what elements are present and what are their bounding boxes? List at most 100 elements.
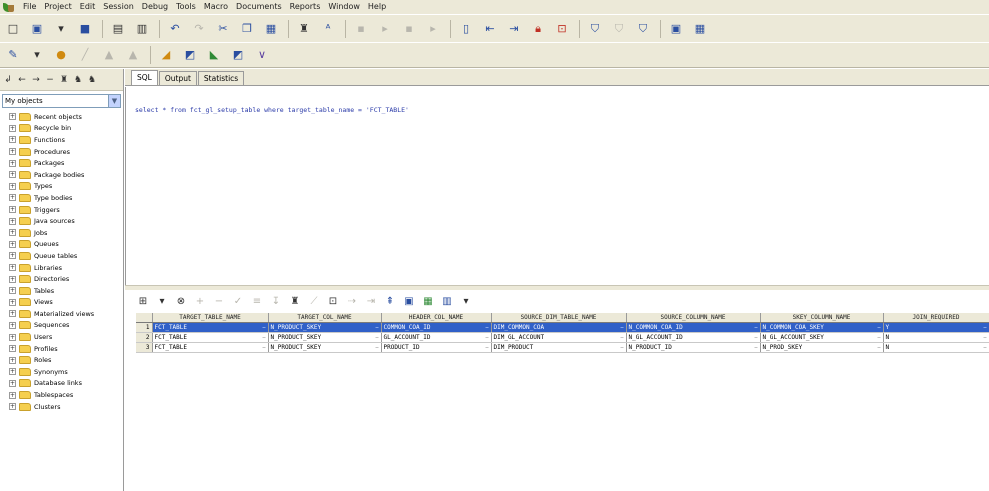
tree-item[interactable]: + Procedures [2, 146, 123, 158]
unindent-icon[interactable]: ⇥ [505, 20, 523, 38]
dropdown-arrow-icon[interactable]: ▾ [459, 293, 473, 311]
tree-item[interactable]: + Jobs [2, 227, 123, 239]
dropdown-arrow-icon[interactable]: ▾ [52, 20, 70, 38]
cell-edit-icon[interactable]: … [754, 343, 757, 352]
column-header-source-dim-table-name[interactable]: SOURCE_DIM_TABLE_NAME [491, 313, 627, 323]
table-cell[interactable]: N_PROD_SKEY… [760, 342, 884, 353]
table-icon[interactable]: ◣ [205, 46, 223, 64]
cell-edit-icon[interactable]: … [485, 333, 488, 342]
cell-edit-icon[interactable]: … [983, 333, 986, 342]
expand-icon[interactable]: + [9, 252, 16, 260]
forward-icon[interactable]: ← [16, 74, 28, 86]
print-grid-icon[interactable]: ▥ [440, 293, 454, 311]
delete-record-icon[interactable]: − [212, 293, 226, 311]
expand-icon[interactable]: + [9, 321, 16, 329]
find-object-icon[interactable]: ♜ [58, 74, 70, 86]
expand-icon[interactable]: + [9, 194, 16, 202]
menu-macro[interactable]: Macro [200, 0, 232, 14]
tree-item[interactable]: + Recycle bin [2, 123, 123, 135]
tree-item[interactable]: + Types [2, 181, 123, 193]
column-header-skey-column-name[interactable]: SKEY_COLUMN_NAME [760, 313, 884, 323]
indent-icon[interactable]: ⇤ [481, 20, 499, 38]
tree-item[interactable]: + Users [2, 331, 123, 343]
table-cell[interactable]: PRODUCT_ID… [381, 342, 492, 353]
sql-editor[interactable]: select * from fct_gl_setup_table where t… [125, 87, 989, 285]
cell-edit-icon[interactable]: … [262, 323, 265, 332]
tree-item[interactable]: + Queue tables [2, 250, 123, 262]
commit-icon[interactable]: ⛉ [586, 20, 604, 38]
add-record-icon[interactable]: + [193, 293, 207, 311]
sql-query-text[interactable]: select * from fct_gl_setup_table where t… [135, 106, 989, 114]
post-record-icon[interactable]: ✓ [231, 293, 245, 311]
table-cell[interactable]: FCT_TABLE… [152, 332, 269, 343]
expand-icon[interactable]: + [9, 298, 16, 306]
column-header-join-required[interactable]: JOIN_REQUIRED [883, 313, 989, 323]
cell-edit-icon[interactable]: … [262, 343, 265, 352]
expand-icon[interactable]: + [9, 171, 16, 179]
pane-splitter[interactable] [125, 285, 989, 290]
commit-dim-icon[interactable]: ▲ [100, 46, 118, 64]
rollback-icon[interactable]: ⛉ [610, 20, 628, 38]
expand-icon[interactable]: + [9, 391, 16, 399]
dropdown-arrow-icon[interactable]: ▾ [28, 46, 46, 64]
explain-icon[interactable]: ⛉ [634, 20, 652, 38]
tree-item[interactable]: + Triggers [2, 204, 123, 216]
table-cell[interactable]: DIM_GL_ACCOUNT… [491, 332, 627, 343]
tab-sql[interactable]: SQL [131, 70, 158, 85]
table-cell[interactable]: N_GL_ACCOUNT_ID… [626, 332, 761, 343]
copy-grid-icon[interactable]: ⊡ [326, 293, 340, 311]
tab-output[interactable]: Output [158, 71, 197, 85]
table-cell[interactable]: N… [883, 332, 989, 343]
tree-item[interactable]: + Profiles [2, 343, 123, 355]
print-icon[interactable]: ▤ [109, 20, 127, 38]
unlock-icon[interactable]: ⊡ [553, 20, 571, 38]
expand-icon[interactable]: + [9, 310, 16, 318]
filter-object-icon[interactable]: ♞ [72, 74, 84, 86]
cell-edit-icon[interactable]: … [262, 333, 265, 342]
table-cell[interactable]: N_PRODUCT_SKEY… [268, 322, 382, 333]
menu-help[interactable]: Help [364, 0, 390, 14]
dropdown-arrow-icon[interactable]: ▾ [155, 293, 169, 311]
expand-icon[interactable]: + [9, 264, 16, 272]
find-icon[interactable]: ♜ [295, 20, 313, 38]
tree-item[interactable]: + Type bodies [2, 192, 123, 204]
tree-item[interactable]: + Functions [2, 134, 123, 146]
expand-icon[interactable]: + [9, 240, 16, 248]
tree-item[interactable]: + Views [2, 297, 123, 309]
find-in-grid-icon[interactable]: ♜ [288, 293, 302, 311]
prev-record-icon[interactable]: ↧ [269, 293, 283, 311]
undo-icon[interactable]: ↶ [166, 20, 184, 38]
grid-icon[interactable]: ▦ [691, 20, 709, 38]
table-cell[interactable]: DIM_PRODUCT… [491, 342, 627, 353]
save-grid-icon[interactable]: ▣ [402, 293, 416, 311]
tree-item[interactable]: + Clusters [2, 401, 123, 413]
menu-project[interactable]: Project [40, 0, 75, 14]
cell-edit-icon[interactable]: … [877, 343, 880, 352]
tree-item[interactable]: + Packages [2, 157, 123, 169]
cell-edit-icon[interactable]: … [620, 333, 623, 342]
stop-dim-icon[interactable]: ▸ [424, 20, 442, 38]
table-cell[interactable]: N_PRODUCT_SKEY… [268, 342, 382, 353]
back-icon[interactable]: ↲ [2, 74, 14, 86]
table-cell[interactable]: Y… [883, 322, 989, 333]
expand-icon[interactable]: + [9, 345, 16, 353]
cell-edit-icon[interactable]: … [485, 343, 488, 352]
expand-icon[interactable]: + [9, 206, 16, 214]
table-cell[interactable]: DIM_COMMON_COA… [491, 322, 627, 333]
tree-item[interactable]: + Package bodies [2, 169, 123, 181]
table-cell[interactable]: N_GL_ACCOUNT_SKEY… [760, 332, 884, 343]
windows-list-icon[interactable]: ▣ [667, 20, 685, 38]
tab-statistics[interactable]: Statistics [197, 71, 245, 85]
copy-icon[interactable]: ❐ [238, 20, 256, 38]
expand-icon[interactable]: + [9, 136, 16, 144]
table-cell[interactable]: N_PRODUCT_ID… [626, 342, 761, 353]
object-filter-select[interactable]: My objects ▼ [2, 94, 121, 108]
expand-icon[interactable]: + [9, 403, 16, 411]
session-icon[interactable]: ◩ [181, 46, 199, 64]
goto-icon[interactable]: ▸ [376, 20, 394, 38]
table-row[interactable]: 1 FCT_TABLE … N_PRODUCT_SKEY … COMMON_COA_ID …… [136, 322, 989, 333]
tree-item[interactable]: + Database links [2, 378, 123, 390]
break-icon[interactable]: ╱ [76, 46, 94, 64]
tree-item[interactable]: + Queues [2, 239, 123, 251]
table-row[interactable]: 2 FCT_TABLE … N_PRODUCT_SKEY … GL_ACCOUNT_ID …… [136, 332, 989, 343]
